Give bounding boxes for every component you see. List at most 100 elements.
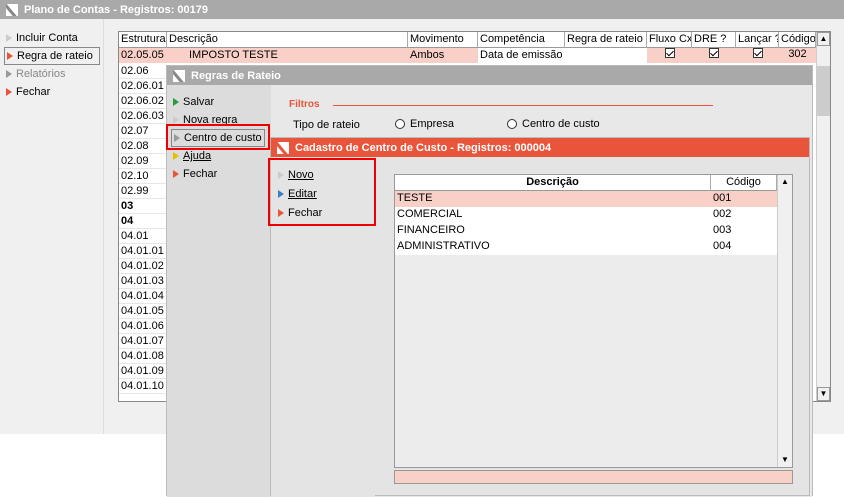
scroll-down-icon[interactable]: ▼ [778, 453, 792, 467]
table-row[interactable]: 02.99 [119, 184, 167, 199]
table-row[interactable]: 02.10 [119, 169, 167, 184]
cell-descricao: ADMINISTRATIVO [397, 240, 490, 252]
scroll-up-icon[interactable]: ▲ [778, 175, 792, 189]
cell-codigo: 001 [713, 192, 732, 204]
menu-regra-de-rateio[interactable]: Regra de rateio [4, 47, 100, 65]
table-row[interactable]: 04 [119, 214, 167, 229]
table-row[interactable]: 02.06.01 [119, 79, 167, 94]
table-row[interactable]: 04.01.06 [119, 319, 167, 334]
table-row[interactable]: 02.06 [119, 64, 167, 79]
radio-empresa-label: Empresa [410, 118, 455, 130]
cell-lancar [736, 48, 779, 63]
scroll-thumb[interactable] [817, 66, 830, 116]
table-row[interactable]: 04.01.08 [119, 349, 167, 364]
table-row[interactable]: 02.08 [119, 139, 167, 154]
cell-codigo: 002 [713, 208, 732, 220]
table-row-selected[interactable]: 02.05.05 IMPOSTO TESTE Ambos Data de emi… [119, 48, 830, 63]
menu-fechar-rateio-label: Fechar [183, 168, 218, 180]
checkbox-dre[interactable] [709, 48, 719, 58]
cell-dre [692, 48, 736, 63]
checkbox-fluxo[interactable] [664, 48, 675, 58]
accounts-table-header: Estrutura Descrição Movimento Competênci… [119, 31, 830, 48]
table-row[interactable]: 04.01.05 [119, 304, 167, 319]
menu-fechar-main[interactable]: Fechar [6, 83, 103, 101]
centro-scrollbar[interactable]: ▲ ▼ [777, 175, 792, 467]
menu-relatorios-label: Relatórios [16, 68, 66, 80]
table-row[interactable]: 04.01.04 [119, 289, 167, 304]
table-row[interactable]: 03 [119, 199, 167, 214]
orange-arrow-icon [173, 170, 179, 178]
cell-competencia: Data de emissão [478, 48, 565, 63]
scroll-up-icon[interactable]: ▲ [817, 32, 830, 46]
cell-descricao: TESTE [397, 192, 433, 204]
radio-centro-label: Centro de custo [522, 118, 600, 130]
col-competencia[interactable]: Competência [478, 31, 565, 48]
col-regra-de-rateio[interactable]: Regra de rateio [565, 31, 647, 48]
menu-salvar-label: Salvar [183, 96, 215, 108]
col-estrutura[interactable]: Estrutura [119, 31, 167, 48]
gray-arrow-icon [173, 116, 179, 124]
centro-table: Descrição Código TESTE 001 COMERCIAL 002… [394, 174, 793, 468]
col-fluxo-cx[interactable]: Fluxo Cx [647, 31, 692, 48]
cell-codigo: 302 [788, 48, 807, 60]
cell-estrutura: 02.05.05 [121, 49, 164, 61]
menu-relatorios[interactable]: Relatórios [6, 65, 103, 83]
radio-empresa-icon[interactable] [395, 119, 405, 129]
highlight-centro-menu [268, 158, 376, 226]
col-descricao[interactable]: Descrição [167, 31, 408, 48]
cell-regra [565, 48, 647, 63]
main-title-bar: Plano de Contas - Registros: 00179 [0, 0, 844, 19]
table-row[interactable]: 04.01.09 [119, 364, 167, 379]
cell-codigo: 004 [713, 240, 732, 252]
green-arrow-icon [173, 98, 179, 106]
main-title: Plano de Contas - Registros: 00179 [24, 3, 208, 16]
table-row[interactable]: 02.07 [119, 124, 167, 139]
table-row[interactable]: 04.01.03 [119, 274, 167, 289]
gray-arrow-icon [6, 34, 12, 42]
table-row[interactable]: 04.01.01 [119, 244, 167, 259]
cell-descricao: FINANCEIRO [397, 224, 465, 236]
menu-fechar-rateio[interactable]: Fechar [173, 165, 271, 183]
col-codigo[interactable]: Código [779, 31, 816, 48]
col-lancar[interactable]: Lançar ? [736, 31, 779, 48]
centro-footer-bar [394, 470, 793, 484]
yellow-arrow-icon [173, 152, 179, 160]
checkbox-lancar[interactable] [752, 48, 763, 58]
table-row[interactable]: 04.01 [119, 229, 167, 244]
main-sidebar: Incluir Conta Regra de rateio Relatórios… [0, 19, 104, 434]
scroll-down-icon[interactable]: ▼ [817, 387, 830, 401]
tipo-rateio-label: Tipo de rateio [293, 119, 360, 131]
table-row[interactable]: 04.01.10 [119, 379, 167, 394]
cell-descricao: IMPOSTO TESTE [189, 49, 278, 61]
menu-salvar[interactable]: Salvar [173, 93, 271, 111]
estrutura-column: 02.06 02.06.01 02.06.02 02.06.03 02.07 0… [119, 64, 167, 394]
radio-empresa[interactable]: Empresa [395, 118, 454, 130]
col-codigo[interactable]: Código [711, 174, 777, 191]
filtros-heading: Filtros [289, 99, 320, 110]
col-descricao[interactable]: Descrição [395, 174, 711, 191]
table-row[interactable]: ADMINISTRATIVO 004 [395, 239, 792, 255]
table-row[interactable]: 02.06.03 [119, 109, 167, 124]
radio-centro-icon[interactable] [507, 119, 517, 129]
menu-fechar-main-label: Fechar [16, 86, 51, 98]
table-row[interactable]: 02.09 [119, 154, 167, 169]
table-row[interactable]: TESTE 001 [395, 191, 792, 207]
table-row[interactable]: 04.01.07 [119, 334, 167, 349]
highlight-centro-de-custo [166, 124, 270, 150]
table-row[interactable]: COMERCIAL 002 [395, 207, 792, 223]
col-dre[interactable]: DRE ? [692, 31, 736, 48]
radio-centro-de-custo[interactable]: Centro de custo [507, 118, 600, 130]
table-row[interactable]: 02.06.02 [119, 94, 167, 109]
app-logo-icon [6, 3, 18, 16]
menu-incluir-conta[interactable]: Incluir Conta [6, 29, 103, 47]
table-row[interactable]: FINANCEIRO 003 [395, 223, 792, 239]
centro-title-bar: Cadastro de Centro de Custo - Registros:… [271, 138, 809, 157]
gray-arrow-icon [6, 70, 12, 78]
table-row[interactable]: 04.01.02 [119, 259, 167, 274]
cell-descricao: COMERCIAL [397, 208, 463, 220]
col-movimento[interactable]: Movimento [408, 31, 478, 48]
accounts-scrollbar[interactable]: ▲ ▼ [816, 32, 830, 401]
orange-arrow-icon [7, 52, 13, 60]
rateio-title: Regras de Rateio [191, 69, 281, 82]
menu-regra-de-rateio-label: Regra de rateio [17, 50, 93, 62]
